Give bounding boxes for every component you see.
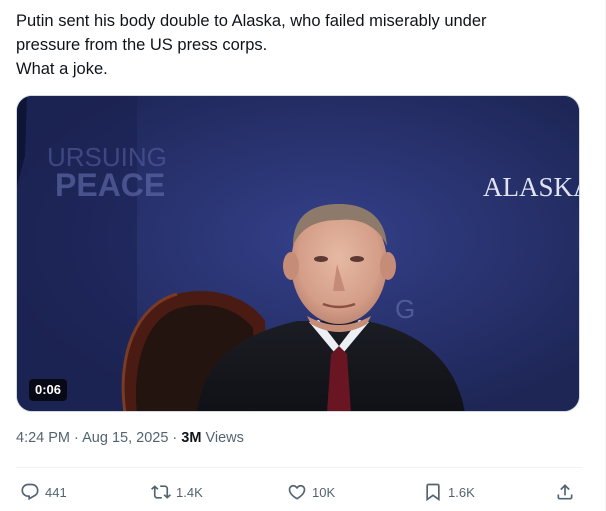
meta-separator: ·	[172, 430, 178, 446]
backdrop-text-side: G	[395, 294, 415, 324]
like-count: 10K	[312, 484, 336, 500]
repost-button[interactable]: 1.4K	[151, 480, 203, 504]
divider	[16, 467, 582, 468]
video-player[interactable]: URSUING PEACE ALASKA G 0:06	[16, 95, 580, 412]
tweet-text-line-1: Putin sent his body double to Alaska, wh…	[16, 12, 487, 30]
share-icon	[557, 484, 573, 500]
tweet-time[interactable]: 4:24 PM	[16, 430, 70, 446]
views-count: 3M	[181, 430, 202, 446]
share-button[interactable]	[555, 480, 575, 504]
bookmark-count: 1.6K	[448, 484, 475, 500]
bookmark-button[interactable]: 1.6K	[423, 480, 475, 504]
reply-count: 441	[45, 484, 67, 500]
reply-icon	[21, 483, 39, 501]
video-frame: URSUING PEACE ALASKA G	[17, 96, 580, 411]
views-label: Views	[205, 430, 244, 446]
heart-icon	[288, 484, 306, 500]
reply-button[interactable]: 441	[20, 480, 67, 504]
bookmark-icon	[426, 483, 440, 502]
tweet-text: Putin sent his body double to Alaska, wh…	[16, 9, 576, 81]
tweet-meta: 4:24 PM · Aug 15, 2025 · 3M Views	[16, 430, 244, 446]
meta-separator: ·	[74, 430, 79, 446]
backdrop-text-2: PEACE	[55, 167, 165, 203]
backdrop-text-right: ALASKA	[483, 172, 580, 202]
like-button[interactable]: 10K	[287, 480, 335, 504]
tweet-date[interactable]: Aug 15, 2025	[82, 430, 168, 446]
repost-count: 1.4K	[176, 484, 203, 500]
repost-icon	[151, 485, 171, 499]
tweet-text-line-2: pressure from the US press corps.	[16, 36, 268, 54]
video-duration: 0:06	[29, 379, 68, 401]
tweet-text-line-3: What a joke.	[16, 60, 108, 78]
